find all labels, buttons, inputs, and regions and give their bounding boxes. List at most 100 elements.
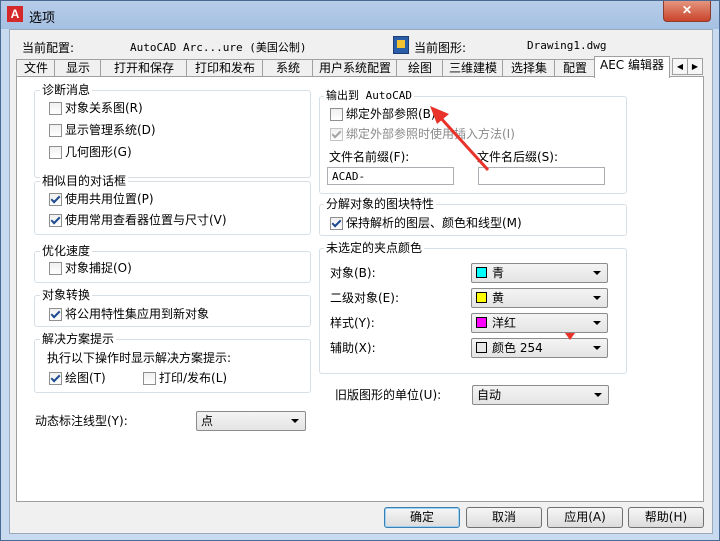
checkbox-icon <box>49 146 62 159</box>
legacy-units-label: 旧版图形的单位(U): <box>335 388 442 402</box>
tab-system[interactable]: 系统 <box>262 59 314 77</box>
checkbox-icon <box>49 308 62 321</box>
grip-colors-title: 未选定的夹点颜色 <box>324 241 425 255</box>
drawing-file-icon <box>393 36 409 54</box>
tips-drafting-checkbox[interactable]: 绘图(T) <box>49 370 106 386</box>
dim-linetype-label: 动态标注线型(Y): <box>35 414 128 428</box>
current-profile-label: 当前配置: <box>22 41 75 55</box>
legacy-units-dropdown[interactable]: 自动 <box>472 385 609 405</box>
file-prefix-label: 文件名前缀(F): <box>329 150 410 164</box>
window-title: 选项 <box>29 11 56 26</box>
tab-plot-publish[interactable]: 打印和发布 <box>186 59 264 77</box>
tab-profiles[interactable]: 配置 <box>554 59 596 77</box>
grip-secondary-label: 二级对象(E): <box>330 291 399 305</box>
tab-selection[interactable]: 选择集 <box>502 59 556 77</box>
checkbox-label: 打印/发布(L) <box>159 371 228 385</box>
current-profile-value: AutoCAD Arc...ure (美国公制) <box>130 41 307 54</box>
similar-dialogs-title: 相似目的对话框 <box>40 174 129 188</box>
color-swatch-icon <box>476 292 487 303</box>
dropdown-value: 自动 <box>477 388 502 402</box>
apply-property-sets-checkbox[interactable]: 将公用特性集应用到新对象 <box>49 306 209 322</box>
object-snap-checkbox[interactable]: 对象捕捉(O) <box>49 260 132 276</box>
chevron-down-icon <box>593 346 601 350</box>
grip-secondary-color-dropdown[interactable]: 黄 <box>471 288 608 308</box>
solution-tips-subtitle: 执行以下操作时显示解决方案提示: <box>47 351 232 365</box>
cancel-button[interactable]: 取消 <box>466 507 542 528</box>
options-dialog: A 选项 ✕ 当前配置: AutoCAD Arc...ure (美国公制) 当前… <box>0 0 720 541</box>
dropdown-value: 点 <box>201 414 214 428</box>
dialog-client: 当前配置: AutoCAD Arc...ure (美国公制) 当前图形: Dra… <box>9 29 713 534</box>
chevron-down-icon <box>593 271 601 275</box>
checkbox-icon <box>330 108 343 121</box>
checkbox-icon <box>330 217 343 230</box>
file-prefix-input[interactable]: ACAD- <box>327 167 454 185</box>
checkbox-icon <box>49 124 62 137</box>
current-drawing-label: 当前图形: <box>414 41 467 55</box>
tab-open-save[interactable]: 打开和保存 <box>100 59 188 77</box>
checkbox-icon <box>49 262 62 275</box>
tab-files[interactable]: 文件 <box>16 59 56 77</box>
grip-auxiliary-label: 辅助(X): <box>330 341 376 355</box>
chevron-down-icon <box>593 296 601 300</box>
autocad-app-icon: A <box>7 6 23 22</box>
grip-style-color-dropdown[interactable]: 洋红 <box>471 313 608 333</box>
grip-auxiliary-color-dropdown[interactable]: 颜色 254 <box>471 338 608 358</box>
tab-user-preferences[interactable]: 用户系统配置 <box>312 59 398 77</box>
checkbox-label: 显示管理系统(D) <box>65 123 156 137</box>
maintain-layer-color-checkbox[interactable]: 保持解析的图层、颜色和线型(M) <box>330 215 522 231</box>
grip-style-label: 样式(Y): <box>330 316 375 330</box>
baidu-watermark: Bai 经验 <box>554 478 643 502</box>
color-swatch-icon <box>476 317 487 328</box>
checkbox-label: 绘图(T) <box>65 371 106 385</box>
checkbox-icon <box>143 372 156 385</box>
tips-plot-publish-checkbox[interactable]: 打印/发布(L) <box>143 370 227 386</box>
color-swatch-icon <box>476 342 487 353</box>
close-button[interactable]: ✕ <box>663 1 711 22</box>
checkbox-icon <box>49 214 62 227</box>
dropdown-value: 青 <box>492 266 505 280</box>
dim-linetype-dropdown[interactable]: 点 <box>196 411 306 431</box>
bind-xref-checkbox[interactable]: 绑定外部参照(B) <box>330 106 436 122</box>
optimize-title: 优化速度 <box>40 244 93 258</box>
chevron-down-icon <box>594 393 602 397</box>
ok-button[interactable]: 确定 <box>384 507 460 528</box>
checkbox-icon <box>330 128 343 141</box>
diagnostics-geometry-checkbox[interactable]: 几何图形(G) <box>49 144 132 160</box>
color-swatch-icon <box>476 267 487 278</box>
checkbox-label: 保持解析的图层、颜色和线型(M) <box>346 216 522 230</box>
dropdown-value: 颜色 254 <box>492 341 543 355</box>
tab-drafting[interactable]: 绘图 <box>396 59 444 77</box>
checkbox-label: 绑定外部参照时使用插入方法(I) <box>346 127 515 141</box>
diagnostics-title: 诊断消息 <box>40 83 93 97</box>
checkbox-label: 使用常用查看器位置与尺寸(V) <box>65 213 227 227</box>
title-bar[interactable]: A 选项 ✕ <box>1 1 719 29</box>
apply-button[interactable]: 应用(A) <box>547 507 623 528</box>
checkbox-label: 绑定外部参照(B) <box>346 107 436 121</box>
current-drawing-value: Drawing1.dwg <box>527 39 607 52</box>
dropdown-value: 洋红 <box>492 316 517 330</box>
help-button[interactable]: 帮助(H) <box>628 507 704 528</box>
export-autocad-title: 输出到 AutoCAD <box>324 89 414 103</box>
tab-scroll-left-icon[interactable]: ◀ <box>672 58 688 75</box>
chevron-down-icon <box>593 321 601 325</box>
tab-display[interactable]: 显示 <box>54 59 102 77</box>
checkbox-label: 几何图形(G) <box>65 145 132 159</box>
checkbox-label: 将公用特性集应用到新对象 <box>65 307 210 321</box>
checkbox-icon <box>49 193 62 206</box>
tab-aec-editor[interactable]: AEC 编辑器 <box>594 56 670 78</box>
solution-tips-title: 解决方案提示 <box>40 332 117 346</box>
checkbox-icon <box>49 372 62 385</box>
tab-strip: 文件 显示 打开和保存 打印和发布 系统 用户系统配置 绘图 三维建模 选择集 … <box>16 56 706 78</box>
tab-scroll-right-icon[interactable]: ▶ <box>687 58 703 75</box>
use-common-position-checkbox[interactable]: 使用共用位置(P) <box>49 191 154 207</box>
checkbox-label: 对象捕捉(O) <box>65 261 132 275</box>
tab-3d-modeling[interactable]: 三维建模 <box>442 59 504 77</box>
file-suffix-label: 文件名后缀(S): <box>477 150 559 164</box>
file-suffix-input[interactable] <box>478 167 605 185</box>
diagnostics-display-system-checkbox[interactable]: 显示管理系统(D) <box>49 122 156 138</box>
chevron-down-icon <box>291 419 299 423</box>
use-common-viewer-checkbox[interactable]: 使用常用查看器位置与尺寸(V) <box>49 212 227 228</box>
grip-object-color-dropdown[interactable]: 青 <box>471 263 608 283</box>
checkbox-icon <box>49 102 62 115</box>
diagnostics-object-graph-checkbox[interactable]: 对象关系图(R) <box>49 100 143 116</box>
